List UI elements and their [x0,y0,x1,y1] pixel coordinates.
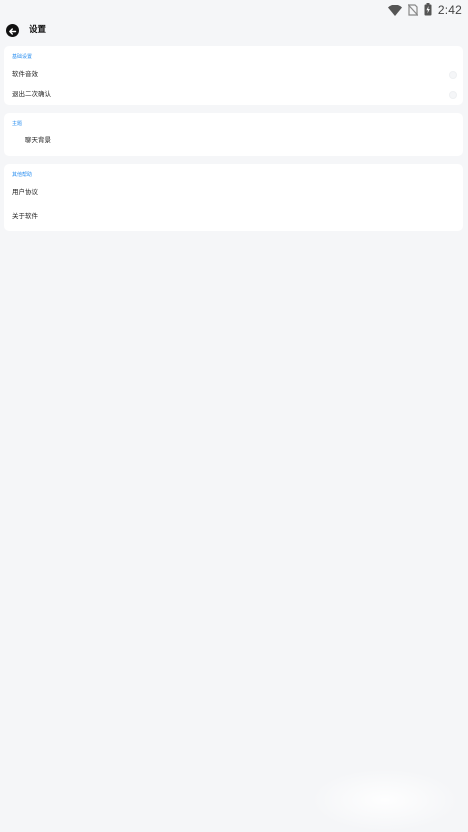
chat-background-label: 聊天背景 [25,136,51,144]
status-bar: 2:42 [0,0,468,20]
section-label-basic: 基础设置 [12,54,33,60]
sound-effects-label: 软件音效 [12,70,38,78]
help-card: 其他帮助 用户协议 关于软件 [4,164,463,231]
section-label-theme: 主题 [12,121,23,127]
sound-effects-row[interactable]: 软件音效 [4,65,463,85]
chat-background-row[interactable]: 聊天背景 [4,131,463,151]
theme-card: 主题 聊天背景 [4,113,463,156]
back-button[interactable] [6,24,19,37]
sound-effects-toggle[interactable] [449,71,457,79]
status-time: 2:42 [437,3,462,17]
wifi-icon [387,1,402,20]
section-label-help: 其他帮助 [12,172,33,178]
exit-confirm-row[interactable]: 退出二次确认 [4,85,463,105]
bottom-glow [310,768,460,832]
battery-charging-icon [424,1,432,20]
exit-confirm-toggle[interactable] [449,91,457,99]
user-agreement-row[interactable]: 用户协议 [4,183,463,203]
app-bar: 设置 [0,20,468,42]
status-icons: 2:42 [387,1,462,20]
basic-settings-card: 基础设置 软件音效 退出二次确认 [4,46,463,105]
user-agreement-label: 用户协议 [12,188,38,196]
about-software-label: 关于软件 [12,212,38,220]
arrow-left-icon [8,21,17,40]
no-sim-icon [407,1,419,20]
page-title: 设置 [29,25,47,35]
exit-confirm-label: 退出二次确认 [12,90,51,98]
about-software-row[interactable]: 关于软件 [4,207,463,227]
